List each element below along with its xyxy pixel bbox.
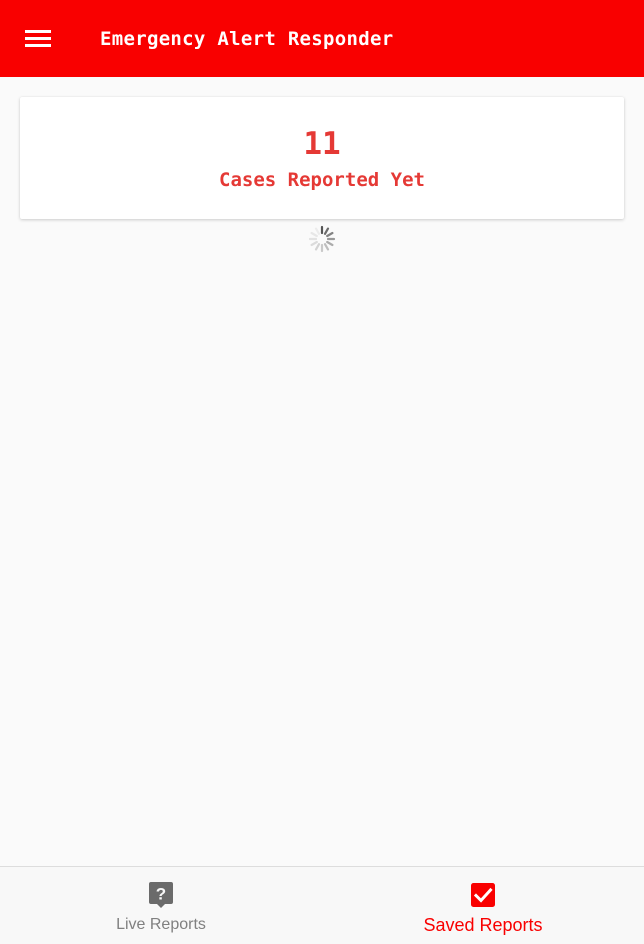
menu-icon[interactable] <box>25 30 52 48</box>
cases-summary-card: 11 Cases Reported Yet <box>20 97 624 219</box>
tab-saved-reports[interactable]: Saved Reports <box>322 867 644 944</box>
spinner-icon <box>308 225 336 253</box>
tab-live-reports-label: Live Reports <box>116 916 206 933</box>
app-root: Emergency Alert Responder 11 Cases Repor… <box>0 0 644 944</box>
tab-live-reports[interactable]: ? Live Reports <box>0 867 322 944</box>
bottom-tab-bar: ? Live Reports Saved Reports <box>0 866 644 944</box>
svg-text:?: ? <box>156 885 166 904</box>
cases-count: 11 <box>303 126 341 162</box>
tab-saved-reports-label: Saved Reports <box>423 915 543 935</box>
menu-icon-bar <box>25 30 51 33</box>
checkbox-checked-icon <box>471 883 495 907</box>
live-help-icon: ? <box>149 882 173 908</box>
app-title: Emergency Alert Responder <box>100 28 394 50</box>
menu-icon-bar <box>25 37 51 40</box>
toolbar: Emergency Alert Responder <box>0 0 644 77</box>
menu-icon-bar <box>25 44 51 47</box>
cases-count-label: Cases Reported Yet <box>219 169 425 191</box>
